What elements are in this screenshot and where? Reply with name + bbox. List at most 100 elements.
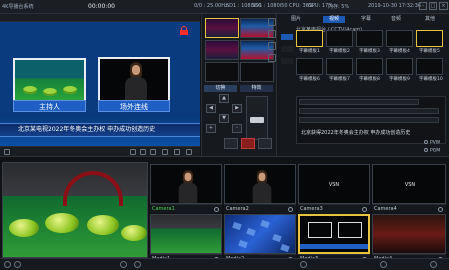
studio-ball [87, 215, 119, 235]
zoom-in-button[interactable]: + [206, 124, 216, 133]
align-icon[interactable] [150, 149, 156, 155]
asset-thumb[interactable]: 字幕模板4 [386, 30, 413, 54]
option-pvw[interactable]: PVW [424, 140, 442, 146]
asset-thumb[interactable]: 字幕模板7 [326, 58, 353, 82]
scene-thumb[interactable] [205, 62, 239, 82]
t-bar-handle[interactable] [250, 117, 264, 123]
app-title: 4K导播台系统 [2, 4, 34, 10]
record-button[interactable] [241, 138, 255, 149]
tab-captions[interactable]: 字幕 [355, 16, 377, 23]
delete-icon[interactable] [268, 54, 276, 62]
scene-thumb[interactable] [205, 40, 239, 60]
tree-item[interactable] [281, 34, 293, 40]
cut-button[interactable] [224, 138, 238, 149]
source-media3[interactable] [298, 214, 370, 254]
anchor-person [125, 62, 147, 103]
source-camera4[interactable]: VSN [372, 164, 446, 204]
source-label-bar: Camera3 [298, 204, 370, 213]
maximize-button[interactable]: □ [429, 2, 437, 10]
asset-thumb[interactable]: 字幕模板1 [296, 30, 323, 54]
source-media4[interactable] [372, 214, 446, 254]
align-icon[interactable] [140, 149, 146, 155]
studio-arch [63, 171, 123, 206]
asset-thumb[interactable]: 字幕模板3 [356, 30, 383, 54]
memory-usage: 内存: 5% [328, 4, 350, 10]
source-label-bar: Camera4 [372, 204, 446, 213]
help-icon[interactable] [430, 261, 437, 268]
play-icon[interactable] [300, 261, 307, 268]
grid-icon[interactable] [186, 149, 192, 155]
settings-icon[interactable] [4, 149, 10, 155]
remote-window [98, 57, 170, 103]
source-logo: VSN [404, 182, 416, 188]
datetime: 2019-10-30 17:32:36 [368, 3, 422, 9]
tab-switch[interactable]: 切换 [204, 85, 237, 92]
tab-video[interactable]: 视频 [323, 16, 345, 23]
studio-ball [43, 88, 57, 96]
tab-effects[interactable]: 特效 [240, 85, 273, 92]
font-select[interactable] [299, 99, 419, 105]
caption-text[interactable]: 北京获得2022年冬奥会主办权 申办成功创造历史 [301, 129, 410, 136]
studio-ball [9, 219, 39, 237]
source-logo: VSN [328, 182, 340, 188]
copy-icon[interactable] [268, 30, 276, 38]
rate-0: 0/0 : 25.00Hz [194, 3, 228, 9]
preview-ticker [300, 244, 368, 249]
tab-audio[interactable]: 音频 [385, 16, 407, 23]
source-label-bar: Camera1 [150, 204, 222, 213]
asset-thumb[interactable]: 字幕模板10 [416, 58, 443, 82]
tab-other[interactable]: 其他 [419, 16, 441, 23]
studio-ball [63, 86, 77, 94]
switcher-tabs: 切换 特效 [204, 85, 274, 92]
paste-icon[interactable] [268, 42, 276, 50]
style-row[interactable] [299, 108, 439, 114]
rate-2: SD1 : 1080i50 [252, 3, 288, 9]
source-media2[interactable] [224, 214, 296, 254]
scene-thumb[interactable] [240, 62, 274, 82]
volume-icon[interactable] [134, 261, 141, 268]
record-icon[interactable] [4, 261, 11, 268]
zoom-out-button[interactable]: - [232, 124, 242, 133]
edit-icon[interactable] [174, 149, 180, 155]
asset-thumb[interactable]: 字幕模板6 [296, 58, 323, 82]
auto-button[interactable] [258, 138, 272, 149]
stream-icon[interactable] [14, 261, 21, 268]
asset-thumb[interactable]: 字幕模板2 [326, 30, 353, 54]
source-camera1[interactable] [150, 164, 222, 204]
studio-ball [45, 213, 79, 233]
source-media1[interactable] [150, 214, 222, 254]
arrow-down-icon[interactable]: ▼ [219, 114, 229, 123]
tree-item[interactable] [281, 46, 293, 52]
lock-icon[interactable] [268, 18, 276, 26]
tree-item[interactable] [281, 58, 293, 64]
lock-icon[interactable] [180, 26, 188, 35]
arrow-right-icon[interactable]: ▶ [232, 104, 242, 113]
timecode: 00:00:00 [88, 3, 115, 10]
asset-thumb[interactable]: 字幕模板8 [356, 58, 383, 82]
program-controls [0, 146, 200, 156]
source-camera2[interactable] [224, 164, 296, 204]
asset-thumb[interactable]: 字幕模板5 [416, 30, 443, 54]
arrow-up-icon[interactable]: ▲ [219, 94, 229, 103]
preview-window-right [338, 222, 362, 238]
studio-ball [23, 86, 37, 94]
arrow-left-icon[interactable]: ◀ [206, 104, 216, 113]
caption-editor: 北京获得2022年冬奥会主办权 申办成功创造历史 [296, 96, 446, 144]
align-icon[interactable] [130, 149, 136, 155]
option-pgm[interactable]: PGM [424, 148, 442, 154]
t-bar[interactable] [246, 96, 268, 140]
remote-caption: 场外连线 [98, 100, 170, 112]
close-button[interactable]: × [439, 2, 448, 10]
gear-icon[interactable] [380, 261, 387, 268]
style-row[interactable] [299, 117, 439, 123]
scene-thumb[interactable] [205, 18, 239, 38]
program-toolbar [0, 14, 200, 22]
crop-icon[interactable] [162, 149, 168, 155]
settings-icon[interactable] [120, 261, 127, 268]
preview-window-left [308, 222, 332, 238]
source-camera3[interactable]: VSN [298, 164, 370, 204]
tab-images[interactable]: 图片 [285, 16, 307, 23]
studio-ball [121, 225, 147, 241]
asset-thumb[interactable]: 字幕模板9 [386, 58, 413, 82]
minimize-button[interactable]: - [419, 2, 427, 10]
